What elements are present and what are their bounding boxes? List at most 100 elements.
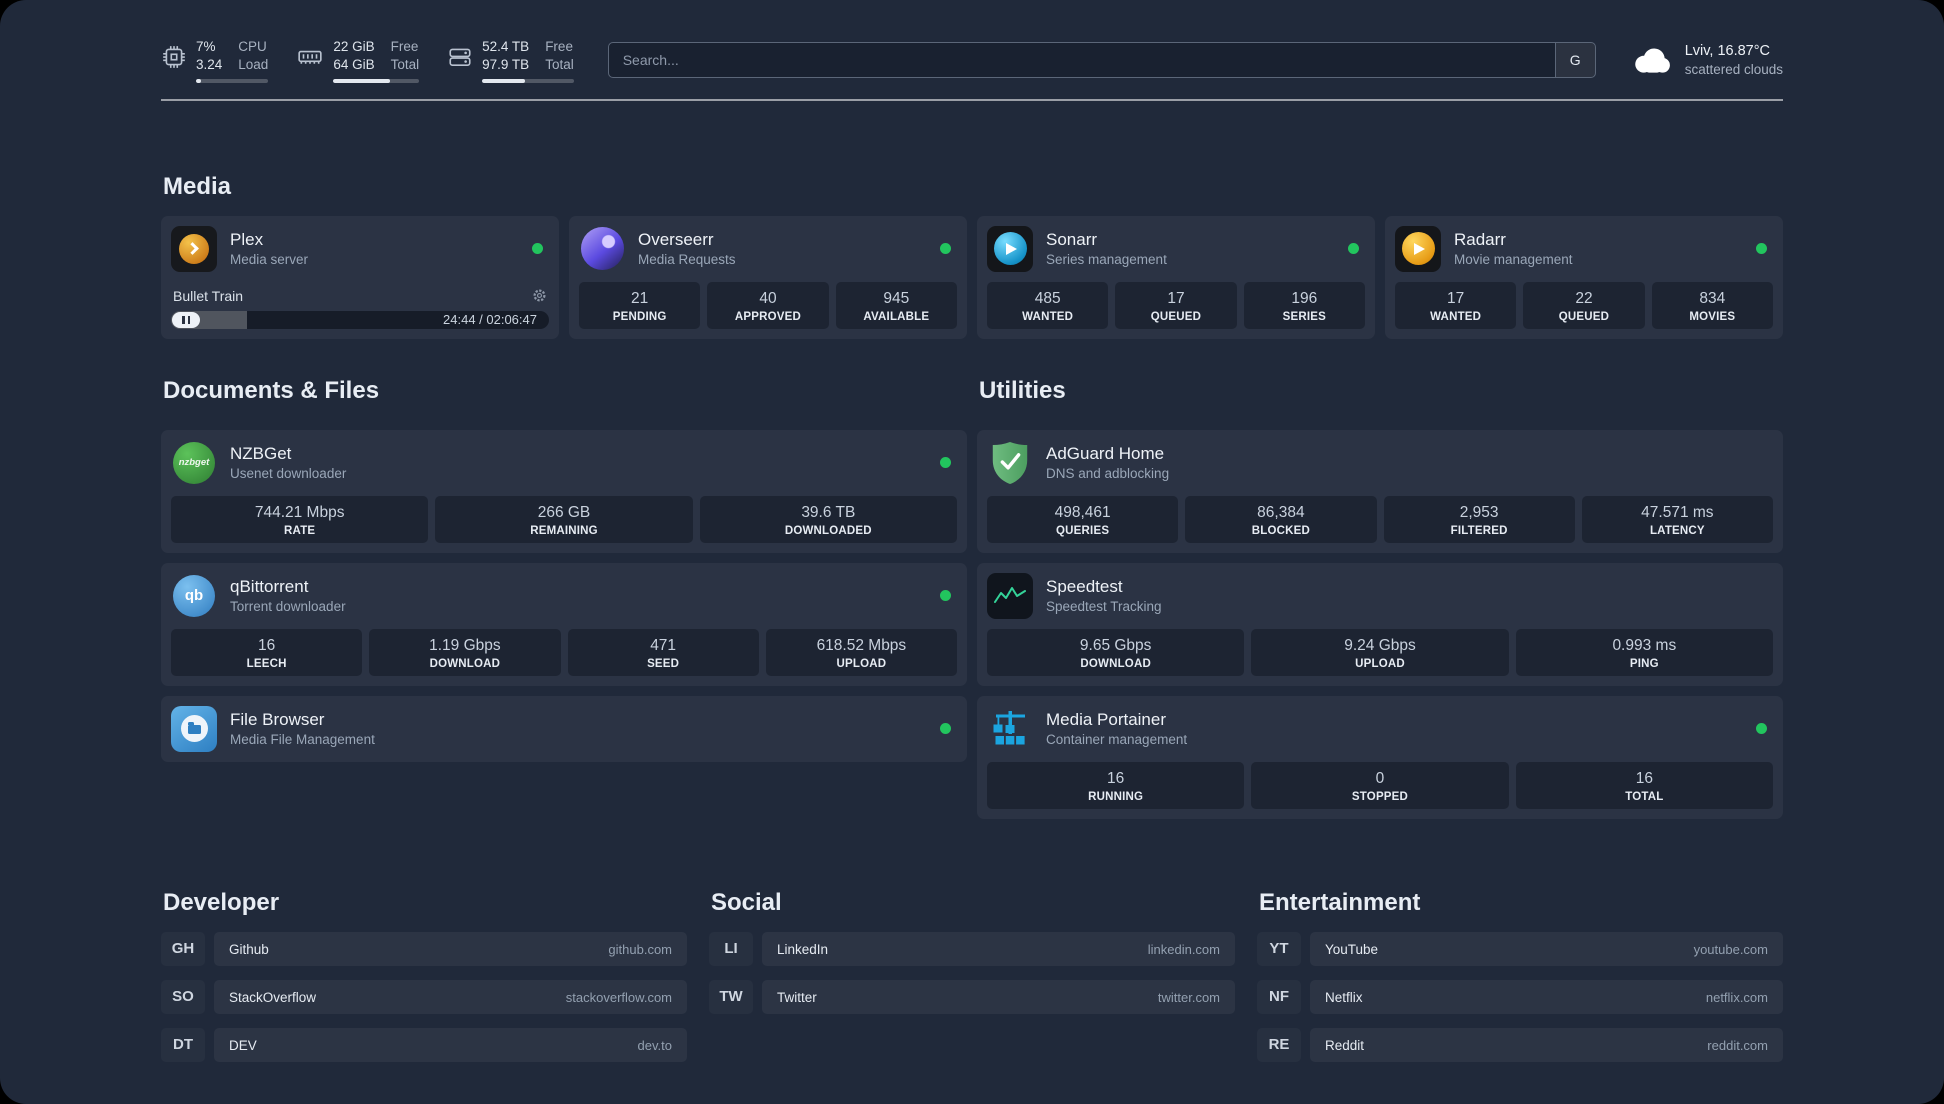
nzbget-stats: 744.21 Mbps RATE 266 GB REMAINING 39.6 T… [171,486,957,543]
topbar: 7% CPU 3.24 Load 22 GiB Free 64 GiB Tota… [161,38,1783,83]
service-subtitle: Container management [1046,732,1188,748]
stat-value: 485 [1034,289,1061,307]
netflix-icon: NF [1257,980,1301,1014]
bookmark-group-entertainment: Entertainment YT YouTube youtube.com NF … [1257,889,1783,1076]
qbittorrent-card-text: qBittorrent Torrent downloader [230,576,346,616]
stat-label: DOWNLOAD [429,657,501,670]
service-subtitle: Media Requests [638,251,736,267]
bookmarks-area: Developer GH Github github.com SO StackO… [161,889,1783,1076]
stat-value: 17 [1447,289,1465,307]
stat-label: WANTED [1430,310,1482,323]
nzbget-icon: nzbget [171,440,217,486]
service-card-qbittorrent[interactable]: qb qBittorrent Torrent downloader 16 LEE… [161,562,967,686]
bookmark-netflix[interactable]: Netflix netflix.com [1310,980,1783,1015]
search-input[interactable] [607,42,1596,79]
search-engine-button[interactable]: G [1554,43,1595,78]
cpu-load: 3.24 [196,57,223,73]
status-dot [1756,243,1767,255]
bookmark-linkedin[interactable]: LinkedIn linkedin.com [762,932,1235,967]
service-card-adguard[interactable]: AdGuard Home DNS and adblocking 498,461 … [977,429,1783,553]
stat-label: FILTERED [1450,524,1508,537]
service-card-radarr[interactable]: Radarr Movie management 17 WANTED 22 QUE… [1385,215,1783,339]
section-title-developer: Developer [163,889,280,917]
github-icon: GH [161,932,205,966]
twitter-icon: TW [709,980,753,1014]
stackoverflow-icon: SO [161,980,205,1014]
service-card-filebrowser[interactable]: File Browser Media File Management [161,695,967,762]
bookmark-twitter[interactable]: Twitter twitter.com [762,980,1235,1015]
service-card-speedtest[interactable]: Speedtest Speedtest Tracking 9.65 Gbps D… [977,562,1783,686]
stat-label: DOWNLOAD [1080,657,1151,670]
stat-value: 1.19 Gbps [429,636,501,654]
overseerr-card-text: Overseerr Media Requests [638,229,736,269]
bookmark-domain: dev.to [637,1037,672,1053]
speedtest-stats: 9.65 Gbps DOWNLOAD 9.24 Gbps UPLOAD 0.99… [987,619,1773,676]
plex-card-text: Plex Media server [230,229,308,269]
sonarr-card-text: Sonarr Series management [1046,229,1167,269]
stat-value: 471 [650,636,677,654]
search-bar: G [607,42,1596,79]
stat-box: 266 GB REMAINING [435,495,693,543]
section-title-entertainment: Entertainment [1259,889,1421,917]
stat-value: 9.65 Gbps [1079,636,1152,654]
stat-label: PENDING [612,310,667,323]
overseerr-stats: 21 PENDING 40 APPROVED 945 AVAILABLE [579,272,957,329]
stat-label: RUNNING [1088,791,1144,804]
bookmark-stackoverflow[interactable]: StackOverflow stackoverflow.com [214,980,687,1015]
pause-icon[interactable] [172,311,200,328]
bookmark-reddit[interactable]: Reddit reddit.com [1310,1028,1783,1063]
section-utilities: Utilities AdGuard Home DNS and adblockin… [977,376,1783,820]
plex-card-header: Plex Media server [171,225,549,272]
bookmark-name: StackOverflow [229,989,317,1005]
qbittorrent-icon: qb [171,573,217,619]
bookmark-github[interactable]: Github github.com [214,932,687,967]
service-card-sonarr[interactable]: Sonarr Series management 485 WANTED 17 Q… [977,215,1375,339]
service-card-overseerr[interactable]: Overseerr Media Requests 21 PENDING 40 A… [569,215,967,339]
bookmark-dev[interactable]: DEV dev.to [214,1028,687,1063]
bookmark-row: SO StackOverflow stackoverflow.com [161,980,687,1015]
ram-free: 22 GiB [333,39,375,54]
stat-value: 40 [759,289,777,307]
stat-label: QUERIES [1056,524,1110,537]
stat-label: QUEUED [1150,310,1202,323]
service-subtitle: Speedtest Tracking [1046,599,1162,615]
stat-value: 16 [1635,769,1653,787]
status-dot [1348,243,1359,255]
filebrowser-card-text: File Browser Media File Management [230,709,375,749]
ram-icon [298,50,322,64]
service-subtitle: Media server [230,251,309,267]
weather-widget[interactable]: Lviv, 16.87°C scattered clouds [1630,42,1783,78]
playback-progress-bar[interactable]: 24:44 / 02:06:47 [171,310,549,329]
status-dot [940,590,951,602]
bookmark-name: LinkedIn [777,941,829,957]
service-subtitle: Movie management [1454,251,1573,267]
ram-free-label: Free [390,39,419,54]
ram-widget: 22 GiB Free 64 GiB Total [296,38,420,83]
bookmark-domain: reddit.com [1707,1037,1768,1053]
stat-value: 266 GB [537,503,591,521]
section-title-utilities: Utilities [979,376,1066,404]
topbar-divider [161,98,1783,101]
bookmark-youtube[interactable]: YouTube youtube.com [1310,932,1783,967]
stat-box: 17 WANTED [1395,281,1517,329]
stat-value: 9.24 Gbps [1344,636,1416,654]
cloud-icon [1634,48,1670,73]
cpu-label: CPU [238,39,267,54]
settings-icon[interactable] [532,288,547,303]
service-card-plex[interactable]: Plex Media server Bullet Train 24:44 / 0… [161,215,559,339]
stat-label: REMAINING [530,524,598,537]
speedtest-icon [987,572,1033,619]
sonarr-icon [987,225,1033,272]
stat-label: RATE [284,524,316,537]
bookmark-name: Twitter [777,989,817,1005]
stat-label: AVAILABLE [863,310,930,323]
stat-label: MOVIES [1689,310,1736,323]
stat-label: APPROVED [734,310,802,323]
bookmark-domain: youtube.com [1693,941,1768,957]
service-title: File Browser [230,710,325,730]
section-title-documents: Documents & Files [163,376,380,404]
service-card-nzbget[interactable]: nzbget NZBGet Usenet downloader 744.21 M… [161,429,967,553]
service-card-portainer[interactable]: Media Portainer Container management 16 … [977,695,1783,820]
status-dot [940,457,951,469]
bookmark-row: YT YouTube youtube.com [1257,932,1783,967]
